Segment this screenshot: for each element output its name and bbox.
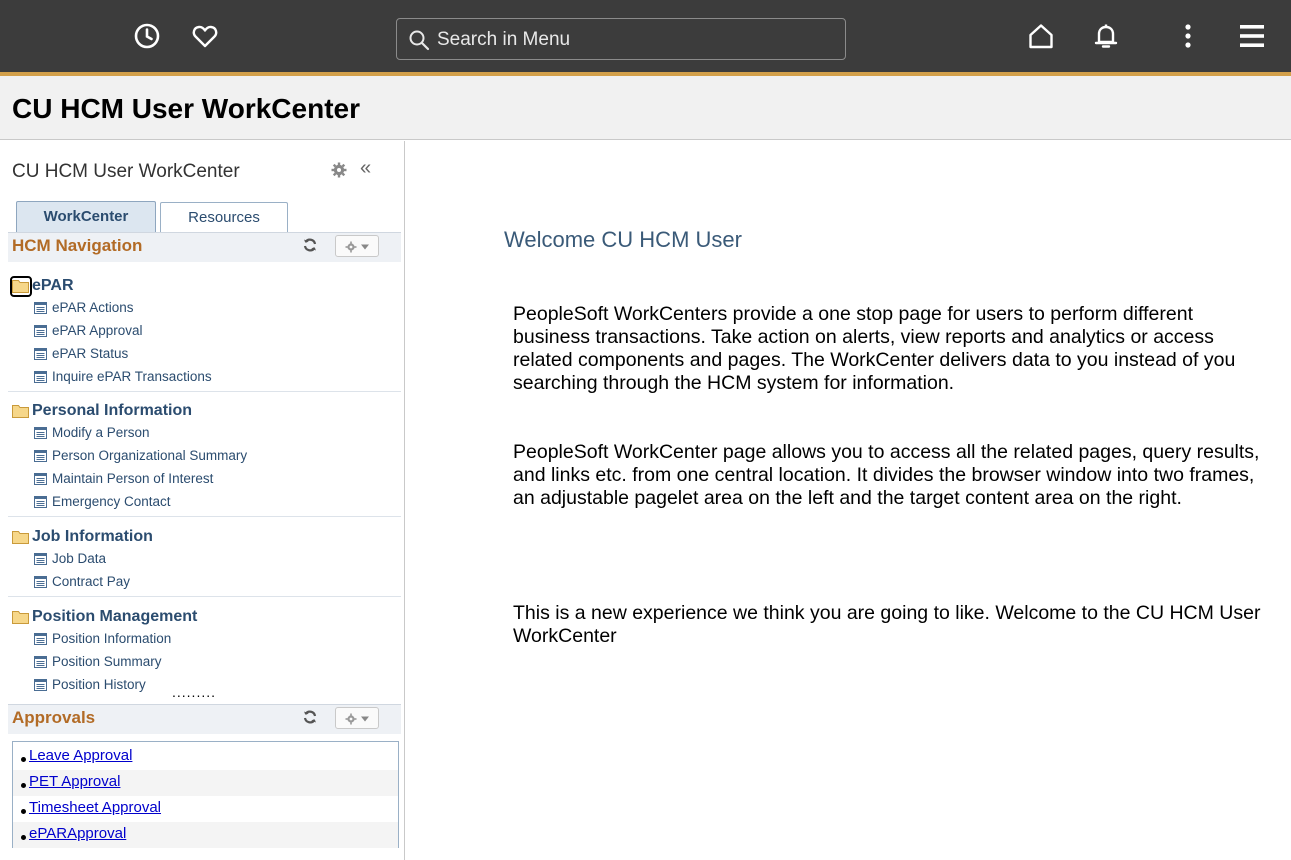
group-divider (8, 516, 401, 517)
favorites-heart-icon[interactable] (191, 22, 219, 50)
leave-approval-link[interactable]: Leave Approval (29, 747, 132, 765)
intro-paragraph: PeopleSoft WorkCenters provide a one sto… (513, 303, 1236, 394)
hcm-navigation-title: HCM Navigation (12, 236, 143, 255)
pagelet-actions-menu[interactable] (335, 235, 379, 257)
list-item: Leave Approval (13, 744, 398, 770)
link-label: Position Summary (52, 654, 162, 669)
list-item: PET Approval (13, 770, 398, 796)
link-label: Modify a Person (52, 425, 150, 440)
search-icon (408, 29, 430, 51)
bullet (21, 809, 26, 814)
home-icon[interactable] (1027, 22, 1055, 50)
list-item: ePARApproval (13, 822, 398, 848)
page-icon (34, 449, 47, 462)
folder-label: Job Information (32, 528, 153, 545)
link-label: Emergency Contact (52, 494, 171, 509)
link-label: ePAR Actions (52, 300, 134, 315)
search-input[interactable]: Search in Menu (396, 18, 846, 60)
hcm-navigation-tree: ePAR ePAR Actions ePAR Approval ePAR Sta… (8, 268, 401, 699)
epar-approval-link[interactable]: ePARApproval (29, 825, 126, 843)
link-label: Maintain Person of Interest (52, 471, 214, 486)
welcome-heading: Welcome CU HCM User (504, 227, 742, 252)
link-label: Job Data (52, 551, 107, 566)
page-icon (34, 324, 47, 337)
tab-workcenter[interactable]: WorkCenter (16, 201, 156, 233)
page-icon (34, 552, 47, 565)
bullet (21, 757, 26, 762)
resize-dotted-handle[interactable]: ......... (172, 685, 216, 699)
link-label: Person Organizational Summary (52, 448, 248, 463)
list-item: Timesheet Approval (13, 796, 398, 822)
gear-icon[interactable] (330, 161, 348, 179)
folder-icon (12, 530, 29, 544)
frames-paragraph: PeopleSoft WorkCenter page allows you to… (513, 441, 1260, 509)
top-navigation-bar: Search in Menu (0, 0, 1291, 76)
folder-job-information[interactable]: Job Information (12, 527, 232, 547)
more-vertical-icon[interactable] (1174, 22, 1202, 50)
page-icon (34, 301, 47, 314)
search-placeholder: Search in Menu (437, 29, 571, 50)
bell-icon[interactable] (1092, 22, 1120, 50)
timesheet-approval-link[interactable]: Timesheet Approval (29, 799, 161, 817)
approvals-header: Approvals (8, 704, 401, 734)
group-divider (8, 391, 401, 392)
folder-personal-information[interactable]: Personal Information (12, 401, 272, 421)
pagelet-area-title: CU HCM User WorkCenter (12, 161, 240, 182)
link-label: Contract Pay (52, 574, 131, 589)
folder-icon (12, 404, 29, 418)
folder-label: ePAR (32, 277, 74, 294)
page-icon (34, 370, 47, 383)
page-icon (34, 575, 47, 588)
page-icon (34, 495, 47, 508)
menu-hamburger-icon[interactable] (1238, 22, 1266, 50)
link-label: Position History (52, 677, 146, 692)
refresh-icon[interactable] (302, 709, 318, 725)
folder-label: Personal Information (32, 402, 193, 419)
folder-label: Position Management (32, 608, 198, 625)
page-icon (34, 655, 47, 668)
page-icon (34, 632, 47, 645)
link-label: ePAR Approval (52, 323, 143, 338)
hcm-navigation-header: HCM Navigation (8, 232, 401, 262)
bullet (21, 835, 26, 840)
collapse-pagelet-icon[interactable]: « (360, 157, 371, 179)
page-title-bar: CU HCM User WorkCenter (0, 76, 1291, 140)
folder-icon (12, 610, 29, 624)
keyboard-focus-indicator (10, 276, 32, 297)
page-icon (34, 472, 47, 485)
group-divider (8, 596, 401, 597)
app-window: Search in Menu CU HCM User WorkCenter CU… (0, 0, 1291, 860)
page-icon (34, 426, 47, 439)
tab-resources[interactable]: Resources (160, 202, 288, 234)
approvals-title: Approvals (12, 708, 96, 727)
link-label: ePAR Status (52, 346, 129, 361)
target-content-area: Welcome CU HCM User PeopleSoft WorkCente… (406, 141, 1291, 860)
page-icon (34, 347, 47, 360)
pagelet-actions-menu[interactable] (335, 707, 379, 729)
workcenter-pagelet-area: CU HCM User WorkCenter « WorkCenter Reso… (0, 141, 405, 860)
refresh-icon[interactable] (302, 237, 318, 253)
link-label: Position Information (52, 631, 172, 646)
closing-paragraph: This is a new experience we think you ar… (513, 602, 1261, 647)
folder-position-management[interactable]: Position Management (12, 607, 272, 627)
page-title: CU HCM User WorkCenter (12, 93, 360, 124)
folder-epar[interactable]: ePAR (12, 276, 212, 296)
page-icon (34, 678, 47, 691)
link-label: Inquire ePAR Transactions (52, 369, 212, 384)
recent-clock-icon[interactable] (133, 22, 161, 50)
bullet (21, 783, 26, 788)
pet-approval-link[interactable]: PET Approval (29, 773, 120, 791)
approvals-list: Leave Approval PET Approval Timesheet Ap… (12, 741, 399, 848)
